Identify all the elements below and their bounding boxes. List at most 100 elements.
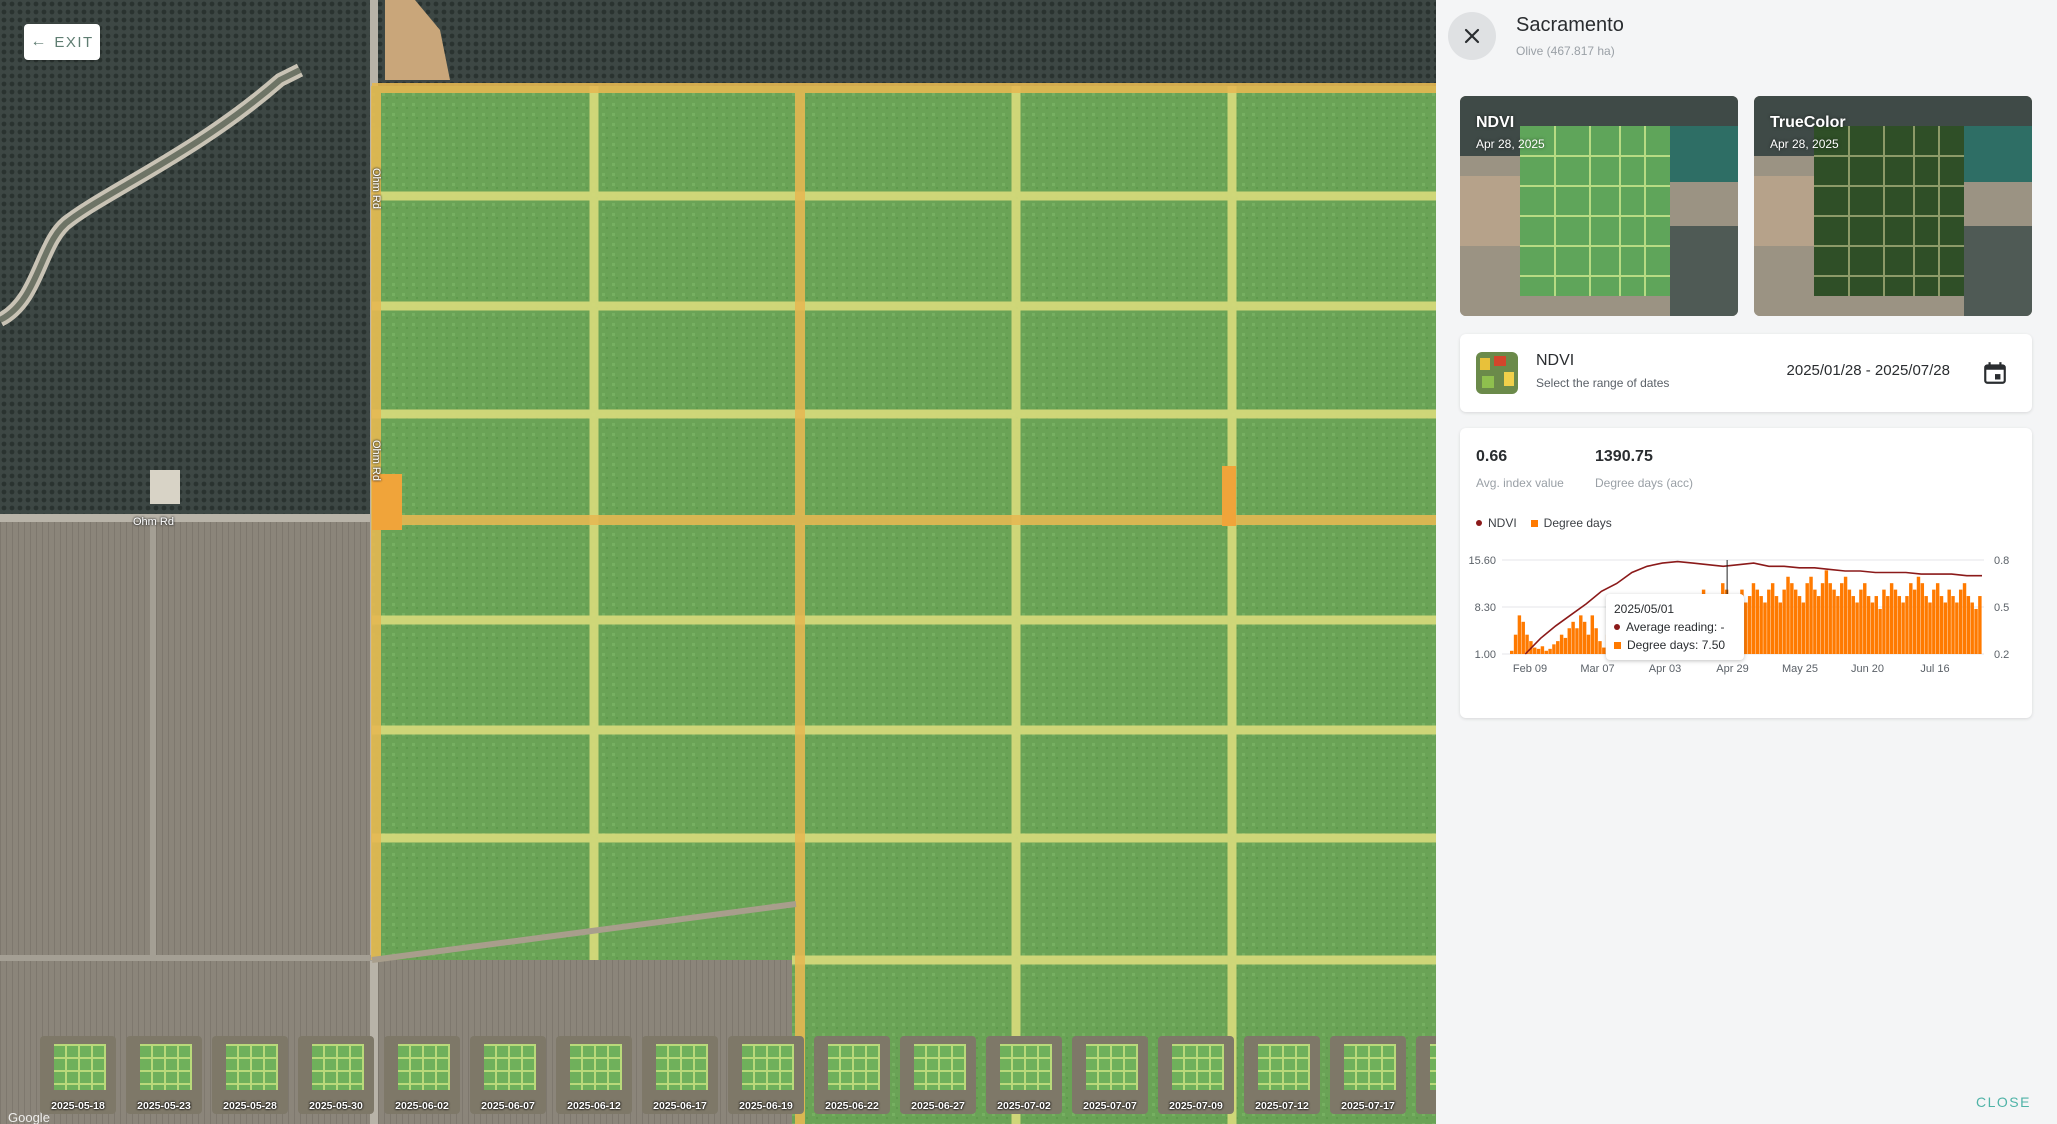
degree-day-bar: [1897, 596, 1902, 654]
index-selector[interactable]: NDVI Select the range of dates 2025/01/2…: [1460, 334, 2032, 412]
legend-degree-label: Degree days: [1543, 516, 1612, 530]
degree-day-bar: [1590, 615, 1595, 654]
degree-day-bar: [1559, 634, 1564, 654]
index-thumbnail: [1476, 352, 1518, 394]
timeline-thumbnail[interactable]: 2025-06-02: [384, 1036, 460, 1114]
degree-day-bar: [1774, 596, 1779, 654]
timeline-thumbnail[interactable]: 2025-05-28: [212, 1036, 288, 1114]
degree-day-bar: [1901, 602, 1905, 654]
date-range[interactable]: 2025/01/28 - 2025/07/28: [1787, 362, 1950, 379]
degree-day-bar: [1920, 583, 1925, 654]
degree-day-bar: [1832, 589, 1836, 654]
degree-day-bar: [1974, 608, 1978, 654]
map-view[interactable]: ← EXIT Ohm Rd Ohm Rd Ohm Rd Google 2025-…: [0, 0, 1436, 1124]
degree-day-bar: [1928, 602, 1932, 654]
degree-days-label: Degree days (acc): [1595, 476, 1694, 490]
thumbnail-image: [656, 1044, 708, 1090]
timeline-thumbnail[interactable]: 2025-06-07: [470, 1036, 546, 1114]
degree-day-bar: [1958, 589, 1963, 654]
x-tick-label: Mar 07: [1580, 663, 1614, 675]
timeline-thumbnail[interactable]: 2025-07-07: [1072, 1036, 1148, 1114]
chart-legend: NDVI Degree days: [1476, 516, 1612, 530]
thumbnail-image: [398, 1044, 450, 1090]
degree-day-bar: [1935, 583, 1940, 654]
thumbnail-date: 2025-06-17: [653, 1100, 707, 1112]
legend-degree-days[interactable]: Degree days: [1530, 516, 1612, 530]
degree-day-bar: [1536, 648, 1541, 654]
degree-day-bar: [1544, 650, 1548, 654]
thumbnail-date: 2025-06-27: [911, 1100, 965, 1112]
degree-day-bar: [1947, 589, 1951, 654]
arrow-left-icon: ←: [30, 33, 47, 50]
close-panel-button[interactable]: [1448, 12, 1496, 60]
thumbnail-image: [742, 1044, 794, 1090]
timeline-thumbnail[interactable]: 2025-05-18: [40, 1036, 116, 1114]
degree-day-bar: [1939, 596, 1944, 654]
degree-day-bar: [1816, 596, 1821, 654]
degree-day-bar: [1778, 602, 1783, 654]
degree-day-bar: [1767, 589, 1771, 654]
degree-day-bar: [1886, 596, 1890, 654]
legend-ndvi[interactable]: NDVI: [1476, 516, 1517, 530]
exit-button[interactable]: ← EXIT: [24, 24, 100, 60]
image-timeline: 2025-05-18 2025-05-23 2025-05-28 2025-05-30…: [0, 1036, 1436, 1124]
timeline-thumbnail[interactable]: 2025-07-17: [1330, 1036, 1406, 1114]
field-title: Sacramento: [1516, 14, 1624, 36]
thumbnail-date: 2025-05-30: [309, 1100, 363, 1112]
degree-day-bar: [1855, 602, 1859, 654]
thumbnail-date: 2025-06-12: [567, 1100, 621, 1112]
degree-day-bar: [1763, 602, 1767, 654]
degree-day-bar: [1598, 641, 1602, 654]
thumbnail-date: 2025-05-28: [223, 1100, 277, 1112]
timeline-thumbnail[interactable]: 20: [1416, 1036, 1436, 1114]
thumbnail-date: 2025-06-02: [395, 1100, 449, 1112]
degree-day-bar: [1951, 596, 1955, 654]
thumbnail-image: [226, 1044, 278, 1090]
chart-tooltip: 2025/05/01 Average reading: - Degree day…: [1606, 594, 1744, 660]
y-right-tick-label: 0.2: [1994, 649, 2009, 661]
degree-day-bar: [1513, 634, 1518, 654]
degree-day-bar: [1793, 589, 1798, 654]
degree-day-bar: [1813, 589, 1817, 654]
calendar-icon[interactable]: [1982, 360, 2008, 386]
degree-day-bar: [1859, 589, 1863, 654]
timeline-thumbnail[interactable]: 2025-06-27: [900, 1036, 976, 1114]
thumbnail-image: [1000, 1044, 1052, 1090]
degree-day-bar: [1843, 576, 1848, 654]
timeline-thumbnail[interactable]: 2025-05-23: [126, 1036, 202, 1114]
degree-day-bar: [1782, 589, 1786, 654]
thumbnail-date: 2025-06-19: [739, 1100, 793, 1112]
degree-day-bar: [1563, 637, 1568, 654]
degree-day-bar: [1556, 641, 1560, 654]
field-subtitle: Olive (467.817 ha): [1516, 44, 1615, 58]
timeline-thumbnail[interactable]: 2025-06-19: [728, 1036, 804, 1114]
degree-day-bar: [1970, 602, 1974, 654]
timeline-thumbnail[interactable]: 2025-06-17: [642, 1036, 718, 1114]
timeline-thumbnail[interactable]: 2025-05-30: [298, 1036, 374, 1114]
timeline-thumbnail[interactable]: 2025-06-22: [814, 1036, 890, 1114]
thumbnail-image: [1258, 1044, 1310, 1090]
ndvi-degree-chart[interactable]: 15.60 8.30 1.00 0.8 0.5 0.2 Feb 09 Mar 07 Apr 03…: [1460, 548, 2032, 718]
close-button[interactable]: CLOSE: [1976, 1094, 2031, 1110]
timeline-thumbnail[interactable]: 2025-07-12: [1244, 1036, 1320, 1114]
thumbnail-date: 2025-07-07: [1083, 1100, 1137, 1112]
degree-day-bar: [1851, 596, 1855, 654]
thumbnail-date: 2025-07-09: [1169, 1100, 1223, 1112]
x-tick-label: May 25: [1782, 663, 1818, 675]
timeline-thumbnail[interactable]: 2025-07-02: [986, 1036, 1062, 1114]
road-label: Ohm Rd: [370, 168, 382, 209]
degree-day-bar: [1828, 583, 1832, 654]
degree-day-bar: [1924, 596, 1928, 654]
x-tick-label: Apr 29: [1716, 663, 1748, 675]
degree-day-bar: [1878, 608, 1882, 654]
close-icon: [1464, 28, 1480, 44]
degree-day-bar: [1820, 583, 1825, 654]
avg-index-label: Avg. index value: [1476, 476, 1564, 490]
layer-card-ndvi[interactable]: NDVI Apr 28, 2025: [1460, 96, 1738, 316]
degree-day-bar: [1909, 583, 1913, 654]
timeline-thumbnail[interactable]: 2025-07-09: [1158, 1036, 1234, 1114]
thumbnail-date: 2025-07-17: [1341, 1100, 1395, 1112]
layer-card-truecolor[interactable]: TrueColor Apr 28, 2025: [1754, 96, 2032, 316]
timeline-thumbnail[interactable]: 2025-06-12: [556, 1036, 632, 1114]
thumbnail-date: 20: [1416, 1100, 1436, 1112]
